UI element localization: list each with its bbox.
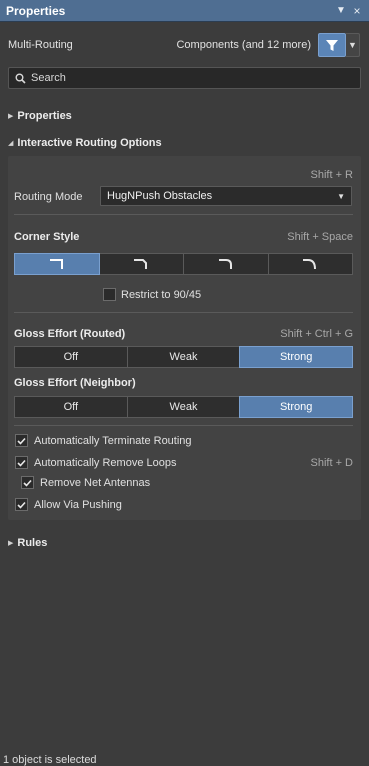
gloss-neighbor-strong-button[interactable]: Strong: [239, 396, 354, 418]
selection-header: Multi-Routing Components (and 12 more) ▼: [0, 30, 369, 60]
gloss-neighbor-selector: Off Weak Strong: [14, 396, 354, 418]
corner-45-button[interactable]: [98, 253, 184, 275]
routing-mode-select[interactable]: HugNPush Obstacles ▼: [100, 186, 352, 206]
auto-terminate-checkbox[interactable]: [15, 434, 28, 447]
corner-style-shortcut: Shift + Space: [287, 231, 353, 243]
divider: [14, 214, 353, 215]
checkmark-icon: [23, 479, 32, 487]
object-type-label: Multi-Routing: [8, 39, 73, 51]
gloss-routed-strong-button[interactable]: Strong: [239, 346, 354, 368]
checkmark-icon: [17, 437, 26, 445]
routing-mode-value: HugNPush Obstacles: [107, 190, 213, 202]
allow-via-pushing-label: Allow Via Pushing: [34, 499, 122, 511]
panel-menu-button[interactable]: ▼: [333, 5, 349, 16]
auto-terminate-label: Automatically Terminate Routing: [34, 435, 192, 447]
remove-net-antennas-label: Remove Net Antennas: [40, 477, 151, 489]
chevron-down-icon: ▼: [337, 192, 345, 201]
selection-status: 1 object is selected: [3, 754, 97, 766]
corner-45-icon: [134, 259, 148, 269]
routing-mode-shortcut: Shift + R: [310, 169, 354, 181]
allow-via-pushing-checkbox[interactable]: [15, 498, 28, 511]
corner-arc-90-icon: [218, 259, 232, 269]
corner-90-icon: [49, 259, 63, 269]
selection-filter-text: Components (and 12 more): [176, 39, 311, 51]
section-properties-header[interactable]: ▶ Properties: [8, 110, 72, 122]
routing-mode-label: Routing Mode: [14, 191, 83, 203]
section-rules-header[interactable]: ▶ Rules: [8, 537, 47, 549]
panel-titlebar: Properties ▼ ×: [0, 0, 369, 22]
collapse-icon: ◢: [8, 140, 14, 147]
corner-arc-90-button[interactable]: [183, 253, 269, 275]
expand-icon: ▶: [8, 540, 14, 547]
section-properties-label: Properties: [17, 110, 72, 122]
corner-90-button[interactable]: [14, 253, 100, 275]
gloss-routed-shortcut: Shift + Ctrl + G: [280, 328, 353, 340]
filter-button[interactable]: [318, 33, 346, 57]
remove-net-antennas-checkbox[interactable]: [21, 476, 34, 489]
gloss-routed-selector: Off Weak Strong: [14, 346, 354, 368]
auto-remove-loops-checkbox[interactable]: [15, 456, 28, 469]
checkmark-icon: [17, 459, 26, 467]
gloss-routed-off-button[interactable]: Off: [14, 346, 128, 368]
gloss-routed-weak-button[interactable]: Weak: [126, 346, 241, 368]
restrict-90-45-checkbox[interactable]: [103, 288, 116, 301]
search-box[interactable]: [8, 67, 361, 89]
expand-icon: ▶: [8, 113, 14, 120]
gloss-neighbor-label: Gloss Effort (Neighbor): [14, 377, 136, 389]
gloss-neighbor-weak-button[interactable]: Weak: [126, 396, 241, 418]
corner-arc-45-button[interactable]: [267, 253, 353, 275]
corner-arc-45-icon: [303, 259, 317, 270]
gloss-neighbor-off-button[interactable]: Off: [14, 396, 128, 418]
auto-remove-loops-shortcut: Shift + D: [310, 457, 354, 469]
divider: [14, 312, 353, 313]
panel-close-button[interactable]: ×: [349, 4, 365, 18]
section-rules-label: Rules: [17, 537, 48, 549]
chevron-down-icon: ▼: [348, 40, 357, 50]
gloss-routed-label: Gloss Effort (Routed): [14, 328, 126, 340]
panel-title: Properties: [6, 3, 66, 18]
search-icon: [9, 73, 31, 84]
corner-style-selector: [14, 253, 353, 275]
checkmark-icon: [17, 501, 26, 509]
section-interactive-header[interactable]: ◢ Interactive Routing Options: [8, 137, 162, 149]
corner-style-label: Corner Style: [14, 231, 80, 243]
section-interactive-label: Interactive Routing Options: [17, 137, 162, 149]
filter-icon: [326, 39, 338, 51]
auto-remove-loops-label: Automatically Remove Loops: [34, 457, 177, 469]
divider: [14, 425, 353, 426]
filter-dropdown-button[interactable]: ▼: [346, 33, 360, 57]
restrict-90-45-label: Restrict to 90/45: [121, 289, 202, 301]
search-input[interactable]: [31, 72, 351, 84]
